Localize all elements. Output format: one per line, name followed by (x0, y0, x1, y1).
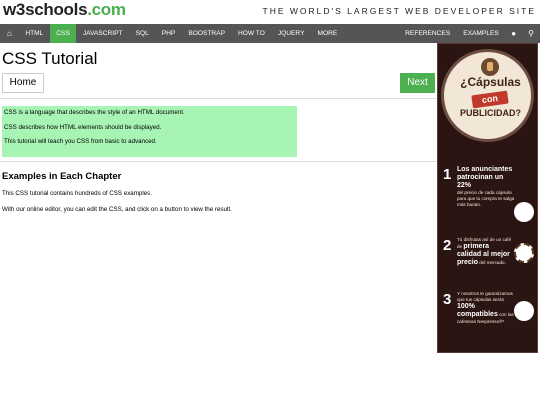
home-icon[interactable]: ⌂ (0, 24, 19, 43)
ad-point: 1 Los anunciantes patrocinan un 22% del … (441, 166, 536, 226)
nav-item-php[interactable]: PHP (155, 24, 182, 43)
ad-headline: ¿Cápsulas (460, 75, 521, 89)
home-button[interactable]: Home (2, 73, 44, 93)
ad-point: 2 Tú disfrutas así de un café de primera… (441, 237, 536, 282)
ad-point-text: Tú disfrutas así de un café de primera c… (457, 237, 512, 266)
coffee-cup-icon (514, 301, 534, 321)
coffee-cup-icon (481, 58, 499, 76)
intro-note: CSS is a language that describes the sty… (2, 106, 297, 157)
nav-item-bootstrap[interactable]: BOOSTRAP (182, 24, 232, 43)
section-title: Examples in Each Chapter (2, 171, 122, 182)
main-content: CSS Tutorial Home Next CSS is a language… (0, 43, 437, 405)
nav-item-howto[interactable]: HOW TO (231, 24, 271, 43)
note-line: CSS is a language that describes the sty… (4, 109, 185, 116)
nav-item-sql[interactable]: SQL (129, 24, 155, 43)
nav-item-css[interactable]: CSS (49, 24, 77, 43)
ad-banner[interactable]: ¿Cápsulas con PUBLICIDAD? 1 Los anuncian… (437, 43, 538, 353)
search-icon[interactable]: ⚲ (522, 24, 540, 43)
ad-point-number: 2 (443, 237, 452, 254)
nav-item-javascript[interactable]: JAVASCRIPT (76, 24, 129, 43)
ad-headline: PUBLICIDAD? (460, 108, 521, 118)
quality-seal-icon (514, 243, 534, 263)
top-nav: ⌂ HTML CSS JAVASCRIPT SQL PHP BOOSTRAP H… (0, 24, 540, 43)
nav-item-examples[interactable]: EXAMPLES (457, 24, 506, 43)
ad-headline-ribbon: con (471, 90, 509, 109)
nav-item-more[interactable]: MORE (311, 24, 344, 43)
next-button[interactable]: Next (400, 73, 435, 93)
paragraph: With our online editor, you can edit the… (2, 206, 232, 213)
note-line: This tutorial will teach you CSS from ba… (4, 138, 157, 145)
top-banner: w3schools.com THE WORLD'S LARGEST WEB DE… (0, 0, 540, 24)
nav-item-references[interactable]: REFERENCES (399, 24, 457, 43)
ad-point-number: 3 (443, 291, 452, 308)
divider (0, 161, 437, 162)
divider (0, 98, 437, 99)
ad-point-text: Los anunciantes patrocinan un 22% del pr… (457, 166, 515, 207)
piggy-bank-icon (514, 202, 534, 222)
ad-point-number: 1 (443, 166, 452, 183)
paragraph: This CSS tutorial contains hundreds of C… (2, 190, 152, 197)
ad-point: 3 Y nosotros te garantizamos que tus cáp… (441, 291, 536, 341)
nav-item-html[interactable]: HTML (19, 24, 50, 43)
site-logo[interactable]: w3schools.com (3, 0, 126, 20)
site-tagline: THE WORLD'S LARGEST WEB DEVELOPER SITE (262, 6, 536, 16)
ad-point-text: Y nosotros te garantizamos que tus cápsu… (457, 291, 514, 324)
note-line: CSS describes how HTML elements should b… (4, 123, 162, 131)
page-title: CSS Tutorial (2, 49, 98, 68)
ad-badge: ¿Cápsulas con PUBLICIDAD? (441, 49, 534, 142)
nav-item-jquery[interactable]: JQUERY (271, 24, 311, 43)
globe-icon[interactable]: ● (505, 24, 522, 43)
